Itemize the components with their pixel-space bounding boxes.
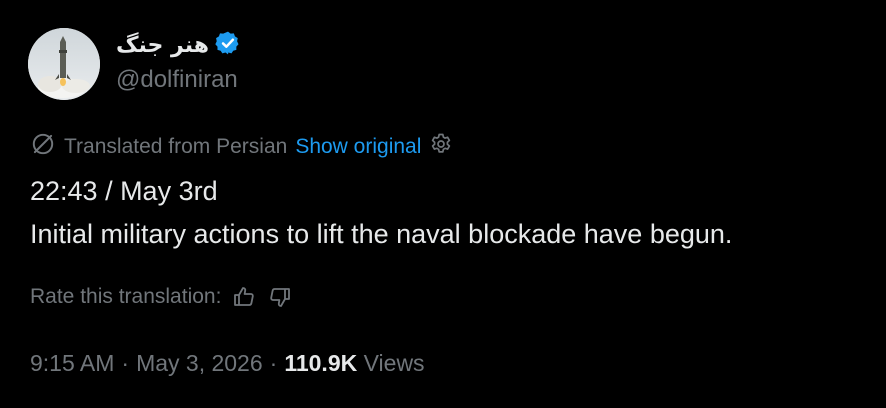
- author-handle[interactable]: @dolfiniran: [116, 66, 238, 94]
- rate-translation-row: Rate this translation:: [30, 284, 293, 310]
- translated-label: Translated from Persian: [64, 135, 288, 158]
- translate-icon: [30, 131, 56, 163]
- tweet-text: 22:43 / May 3rd Initial military actions…: [30, 170, 732, 256]
- translation-row: Translated from Persian Show original: [30, 131, 453, 163]
- author-name-row[interactable]: هنر جنگ: [116, 30, 241, 61]
- tweet-date[interactable]: May 3, 2026: [136, 350, 263, 377]
- thumbs-down-icon[interactable]: [267, 284, 293, 310]
- tweet-time[interactable]: 9:15 AM: [30, 350, 114, 377]
- show-original-link[interactable]: Show original: [295, 135, 421, 159]
- views-count: 110.9K: [284, 350, 358, 376]
- tweet-line: 22:43 / May 3rd: [30, 176, 218, 206]
- rate-translation-label: Rate this translation:: [30, 285, 222, 308]
- meta-separator: ·: [121, 350, 130, 376]
- views-label: Views: [363, 350, 425, 376]
- thumbs-up-icon[interactable]: [231, 284, 257, 310]
- tweet-meta: 9:15 AM · May 3, 2026 · 110.9K Views: [30, 350, 425, 377]
- meta-separator: ·: [269, 350, 278, 376]
- tweet-line: Initial military actions to lift the nav…: [30, 219, 733, 249]
- avatar-image: [28, 28, 100, 100]
- display-name[interactable]: هنر جنگ: [116, 33, 209, 58]
- avatar[interactable]: [28, 28, 100, 100]
- verified-badge-icon: [215, 30, 241, 61]
- settings-gear-icon[interactable]: [429, 132, 453, 162]
